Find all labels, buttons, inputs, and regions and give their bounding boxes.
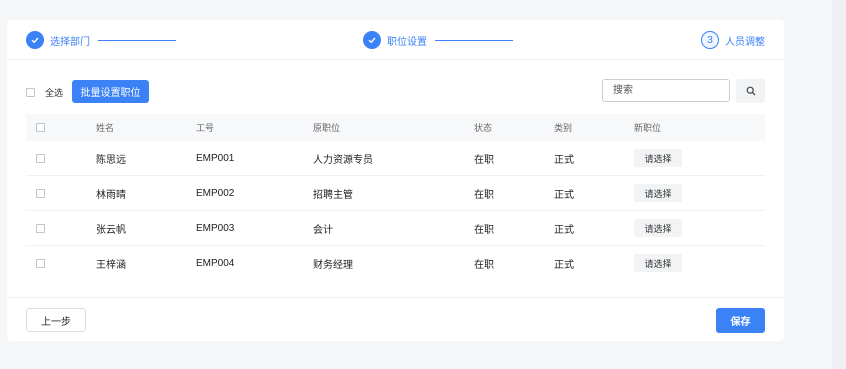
- step-3-label: 人员调整: [725, 36, 765, 48]
- employee-table: 姓名 工号 原职位 状态 类别 新职位 陈思远 EMP001 人力资源专员 在职…: [26, 114, 765, 280]
- table-row: 王梓涵 EMP004 财务经理 在职 正式 请选择: [26, 246, 765, 280]
- cell-id: EMP001: [196, 152, 235, 164]
- step-1: 选择部门: [26, 30, 176, 50]
- select-all[interactable]: 全选: [26, 86, 63, 99]
- select-position-button[interactable]: 请选择: [634, 254, 682, 272]
- header-status: 状态: [474, 123, 493, 133]
- table-row: 林雨晴 EMP002 招聘主管 在职 正式 请选择: [26, 176, 765, 211]
- cell-name: 张云帆: [96, 224, 126, 236]
- search-button[interactable]: [736, 79, 765, 103]
- header-new-position: 新职位: [634, 123, 662, 133]
- table-row: 张云帆 EMP003 会计 在职 正式 请选择: [26, 211, 765, 246]
- step-3: 3 人员调整: [701, 30, 765, 50]
- table-header: 姓名 工号 原职位 状态 类别 新职位: [26, 114, 765, 141]
- cell-type: 正式: [554, 259, 574, 271]
- row-checkbox[interactable]: [36, 258, 45, 268]
- cell-status: 在职: [474, 154, 494, 166]
- cell-id: EMP004: [196, 257, 235, 269]
- search-input[interactable]: [602, 79, 730, 102]
- select-all-label: 全选: [45, 88, 64, 98]
- cell-position: 招聘主管: [313, 189, 353, 201]
- toolbar: 全选 批量设置职位: [7, 78, 784, 106]
- cell-type: 正式: [554, 224, 574, 236]
- header-name: 姓名: [96, 123, 115, 133]
- side-panel-edge: [832, 0, 846, 369]
- cell-position: 人力资源专员: [313, 154, 373, 166]
- cell-position: 财务经理: [313, 259, 353, 271]
- header-type: 类别: [554, 123, 573, 133]
- batch-set-position-button[interactable]: 批量设置职位: [72, 80, 149, 103]
- table-row: 陈思远 EMP001 人力资源专员 在职 正式 请选择: [26, 141, 765, 176]
- cell-name: 陈思远: [96, 154, 126, 166]
- step-connector: [435, 39, 513, 41]
- select-all-checkbox[interactable]: [26, 88, 35, 97]
- save-button[interactable]: 保存: [716, 308, 765, 333]
- cell-position: 会计: [313, 224, 333, 236]
- cell-name: 王梓涵: [96, 259, 126, 271]
- step-1-label: 选择部门: [50, 36, 90, 48]
- header-checkbox[interactable]: [36, 123, 45, 132]
- check-icon: [363, 31, 381, 49]
- cell-status: 在职: [474, 189, 494, 201]
- step-3-number: 3: [701, 31, 719, 49]
- cell-status: 在职: [474, 224, 494, 236]
- previous-step-button[interactable]: 上一步: [26, 308, 86, 332]
- select-position-button[interactable]: 请选择: [634, 149, 682, 167]
- main-card: 选择部门 职位设置 3 人员调整 全选 批量设置职位 搜索 姓名 工号 原职位 …: [7, 20, 784, 341]
- check-icon: [26, 31, 44, 49]
- cell-type: 正式: [554, 154, 574, 166]
- header-original-position: 原职位: [313, 123, 341, 133]
- step-connector: [98, 39, 176, 41]
- row-checkbox[interactable]: [36, 153, 45, 163]
- row-checkbox[interactable]: [36, 223, 45, 233]
- cell-id: EMP003: [196, 222, 235, 234]
- row-checkbox[interactable]: [36, 188, 45, 198]
- cell-id: EMP002: [196, 187, 235, 199]
- footer: 上一步 保存: [7, 297, 784, 342]
- cell-type: 正式: [554, 189, 574, 201]
- cell-status: 在职: [474, 259, 494, 271]
- step-indicator: 选择部门 职位设置 3 人员调整: [7, 20, 784, 60]
- cell-name: 林雨晴: [96, 189, 126, 201]
- step-2-label: 职位设置: [387, 36, 427, 48]
- select-position-button[interactable]: 请选择: [634, 184, 682, 202]
- select-position-button[interactable]: 请选择: [634, 219, 682, 237]
- search-icon: [746, 84, 756, 99]
- step-2: 职位设置: [363, 30, 513, 50]
- header-id: 工号: [196, 123, 215, 133]
